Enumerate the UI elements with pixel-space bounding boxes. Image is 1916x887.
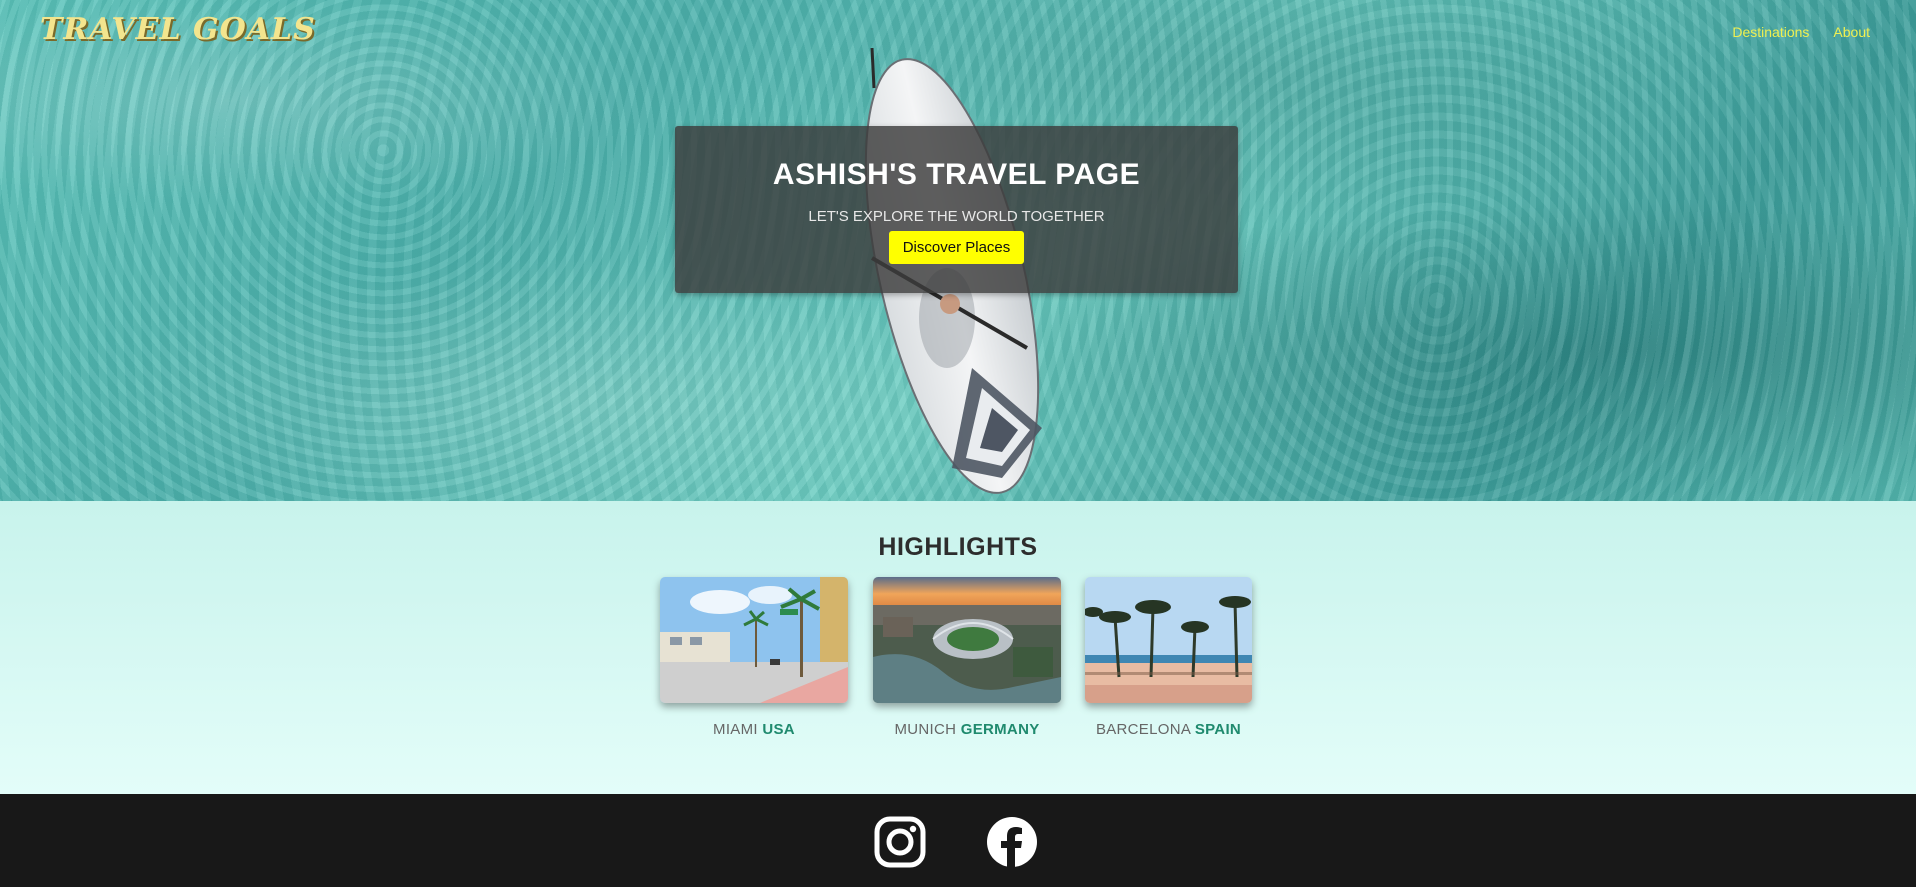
top-nav: Destinations About bbox=[1732, 24, 1870, 40]
discover-places-button[interactable]: Discover Places bbox=[888, 231, 1025, 264]
city-name: MIAMI bbox=[713, 721, 758, 738]
barcelona-beach-image bbox=[1085, 577, 1252, 703]
country-name: USA bbox=[762, 721, 795, 738]
city-name: BARCELONA bbox=[1095, 721, 1191, 738]
barcelona-photo[interactable] bbox=[1085, 577, 1252, 703]
footer bbox=[0, 794, 1916, 887]
hero-section: TRAVEL GOALS Destinations About ASHISH'S… bbox=[0, 0, 1916, 501]
instagram-icon[interactable] bbox=[874, 816, 926, 868]
hero-card: ASHISH'S TRAVEL PAGE LET'S EXPLORE THE W… bbox=[675, 126, 1238, 293]
nav-link-destinations[interactable]: Destinations bbox=[1732, 24, 1809, 40]
country-name: GERMANY bbox=[960, 721, 1040, 738]
highlight-card-munich[interactable]: MUNICH GERMANY bbox=[873, 577, 1061, 738]
city-name: MUNICH bbox=[894, 721, 957, 738]
highlight-caption-barcelona: BARCELONA SPAIN bbox=[1085, 721, 1252, 738]
hero-subtitle: LET'S EXPLORE THE WORLD TOGETHER bbox=[808, 208, 1105, 225]
munich-stadium-image bbox=[873, 577, 1061, 703]
brand-logo[interactable]: TRAVEL GOALS bbox=[40, 12, 316, 47]
highlight-caption-miami: MIAMI USA bbox=[660, 721, 848, 738]
miami-street-image bbox=[660, 577, 848, 703]
highlight-caption-munich: MUNICH GERMANY bbox=[873, 721, 1061, 738]
facebook-icon[interactable] bbox=[986, 816, 1038, 868]
nav-link-about[interactable]: About bbox=[1833, 24, 1870, 40]
highlights-section: HIGHLIGHTS MIAMI USA MUNICH GERMANY BARC… bbox=[0, 501, 1916, 794]
miami-photo[interactable] bbox=[660, 577, 848, 703]
country-name: SPAIN bbox=[1194, 721, 1242, 738]
highlights-title: HIGHLIGHTS bbox=[878, 533, 1038, 561]
highlight-card-barcelona[interactable]: BARCELONA SPAIN bbox=[1085, 577, 1252, 738]
highlight-card-miami[interactable]: MIAMI USA bbox=[660, 577, 848, 738]
munich-photo[interactable] bbox=[873, 577, 1061, 703]
hero-title: ASHISH'S TRAVEL PAGE bbox=[772, 158, 1141, 191]
